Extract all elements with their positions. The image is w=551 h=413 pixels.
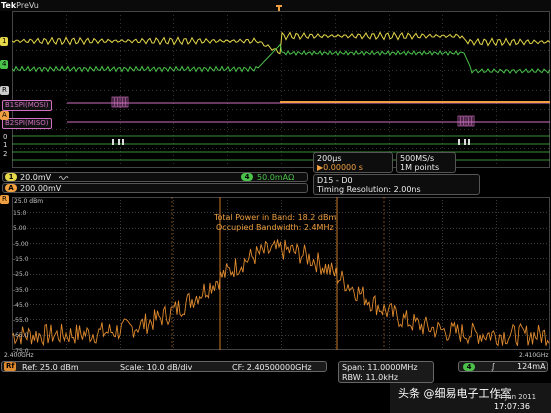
y-tick-label: -15.0 xyxy=(13,255,29,263)
record-length: 1M points xyxy=(400,163,440,172)
chA-scale: 200.00mV xyxy=(20,184,62,193)
y-tick-label: -65.0 xyxy=(13,332,29,340)
trigger-slope-icon: ∫ xyxy=(491,362,496,371)
freq-start-label: 2.400GHz xyxy=(4,352,34,359)
time-readout: 17:07:36 xyxy=(494,402,530,411)
digital-1-marker[interactable]: 1 xyxy=(1,141,9,150)
spi-mosi-label[interactable]: B1SPI(MOSI) xyxy=(2,100,52,111)
total-power-annotation: Total Power in Band: 18.2 dBm xyxy=(214,213,337,222)
chA-readout[interactable]: A 200.00mV xyxy=(2,183,308,193)
rf-rbw: RBW: 11.0kHz xyxy=(342,373,399,382)
ch1-badge: 1 xyxy=(5,173,17,181)
brand-logo: TekPreVu xyxy=(1,1,39,10)
acq-mode: PreVu xyxy=(16,1,39,10)
rf-tag: Rf xyxy=(4,362,17,371)
ref-level-label: 25.0 dBm xyxy=(14,198,44,205)
digital-edge xyxy=(122,139,124,145)
y-tick-label: -55.0 xyxy=(13,317,29,325)
sample-rate-panel[interactable]: 500MS/s 1M points xyxy=(396,152,456,173)
y-tick-label: -35.0 xyxy=(13,286,29,294)
horizontal-delay: ▶0.00000 s xyxy=(317,163,363,172)
digital-edge xyxy=(468,139,470,145)
trigger-source-badge: 4 xyxy=(463,363,475,371)
ref-marker[interactable]: R xyxy=(0,86,9,95)
ch4-badge: 4 xyxy=(241,173,253,181)
ch1-readout[interactable]: 1 20.0mV 4 50.0mAΩ xyxy=(2,172,308,182)
freq-end-label: 2.410GHz xyxy=(519,352,549,359)
rf-center-freq: CF: 2.40500000GHz xyxy=(232,363,312,372)
rf-marker[interactable]: R xyxy=(0,195,9,204)
y-tick-label: -5.00 xyxy=(13,240,29,248)
y-tick-label: -45.0 xyxy=(13,301,29,309)
rf-span-panel[interactable]: Span: 11.0000MHz RBW: 11.0kHz xyxy=(338,361,434,383)
y-tick-label: -25.0 xyxy=(13,271,29,279)
ch1-scale: 20.0mV xyxy=(20,173,52,182)
rf-settings-bar[interactable]: Rf Ref: 25.0 dBm Scale: 10.0 dB/div CF: … xyxy=(1,361,327,372)
digital-edge xyxy=(464,139,466,145)
rf-span: Span: 11.0000MHz xyxy=(342,363,418,372)
rf-scale: Scale: 10.0 dB/div xyxy=(120,363,193,372)
date-readout: 24 Jun 2011 xyxy=(494,393,537,401)
digital-channels: D15 - D0 xyxy=(317,176,353,185)
occupied-bandwidth-annotation: Occupied Bandwidth: 2.4MHz xyxy=(216,223,334,232)
trigger-level: 124mA xyxy=(517,362,546,371)
trigger-readout[interactable]: 4 ∫ 124mA xyxy=(458,361,548,372)
digital-edge xyxy=(112,139,114,145)
sample-rate: 500MS/s xyxy=(400,154,435,163)
digital-edge xyxy=(458,139,460,145)
timing-resolution: Timing Resolution: 2.00ns xyxy=(317,185,421,194)
trigger-position-marker[interactable] xyxy=(276,0,282,15)
spi-mosi-text: SPI(MOSI) xyxy=(14,101,49,109)
ch4-marker[interactable]: 4 xyxy=(0,60,9,69)
y-tick-label: 15.0 xyxy=(13,210,27,217)
rf-ref-level: Ref: 25.0 dBm xyxy=(22,363,79,372)
ch1-marker[interactable]: 1 xyxy=(0,37,9,46)
spi-miso-label[interactable]: B2SPI(MISO) xyxy=(2,118,52,129)
timebase-value: 200µs xyxy=(317,154,342,163)
y-tick-label: 5.00 xyxy=(13,225,27,233)
digital-timing-panel[interactable]: D15 - D0 Timing Resolution: 2.00ns xyxy=(313,174,480,195)
spi-miso-prefix: B2 xyxy=(5,119,15,127)
bandwidth-limit-icon xyxy=(59,176,69,180)
spi-mosi-prefix: B1 xyxy=(5,101,15,109)
chA-marker[interactable]: A xyxy=(0,111,9,120)
timebase-panel[interactable]: 200µs ▶0.00000 s xyxy=(313,152,393,173)
time-domain-graticule[interactable] xyxy=(12,11,550,168)
chA-badge: A xyxy=(5,184,17,192)
digital-edge xyxy=(118,139,120,145)
ch4-scale: 50.0mAΩ xyxy=(257,173,295,182)
digital-2-marker[interactable]: 2 xyxy=(1,150,9,159)
spi-miso-text: SPI(MISO) xyxy=(14,119,49,127)
